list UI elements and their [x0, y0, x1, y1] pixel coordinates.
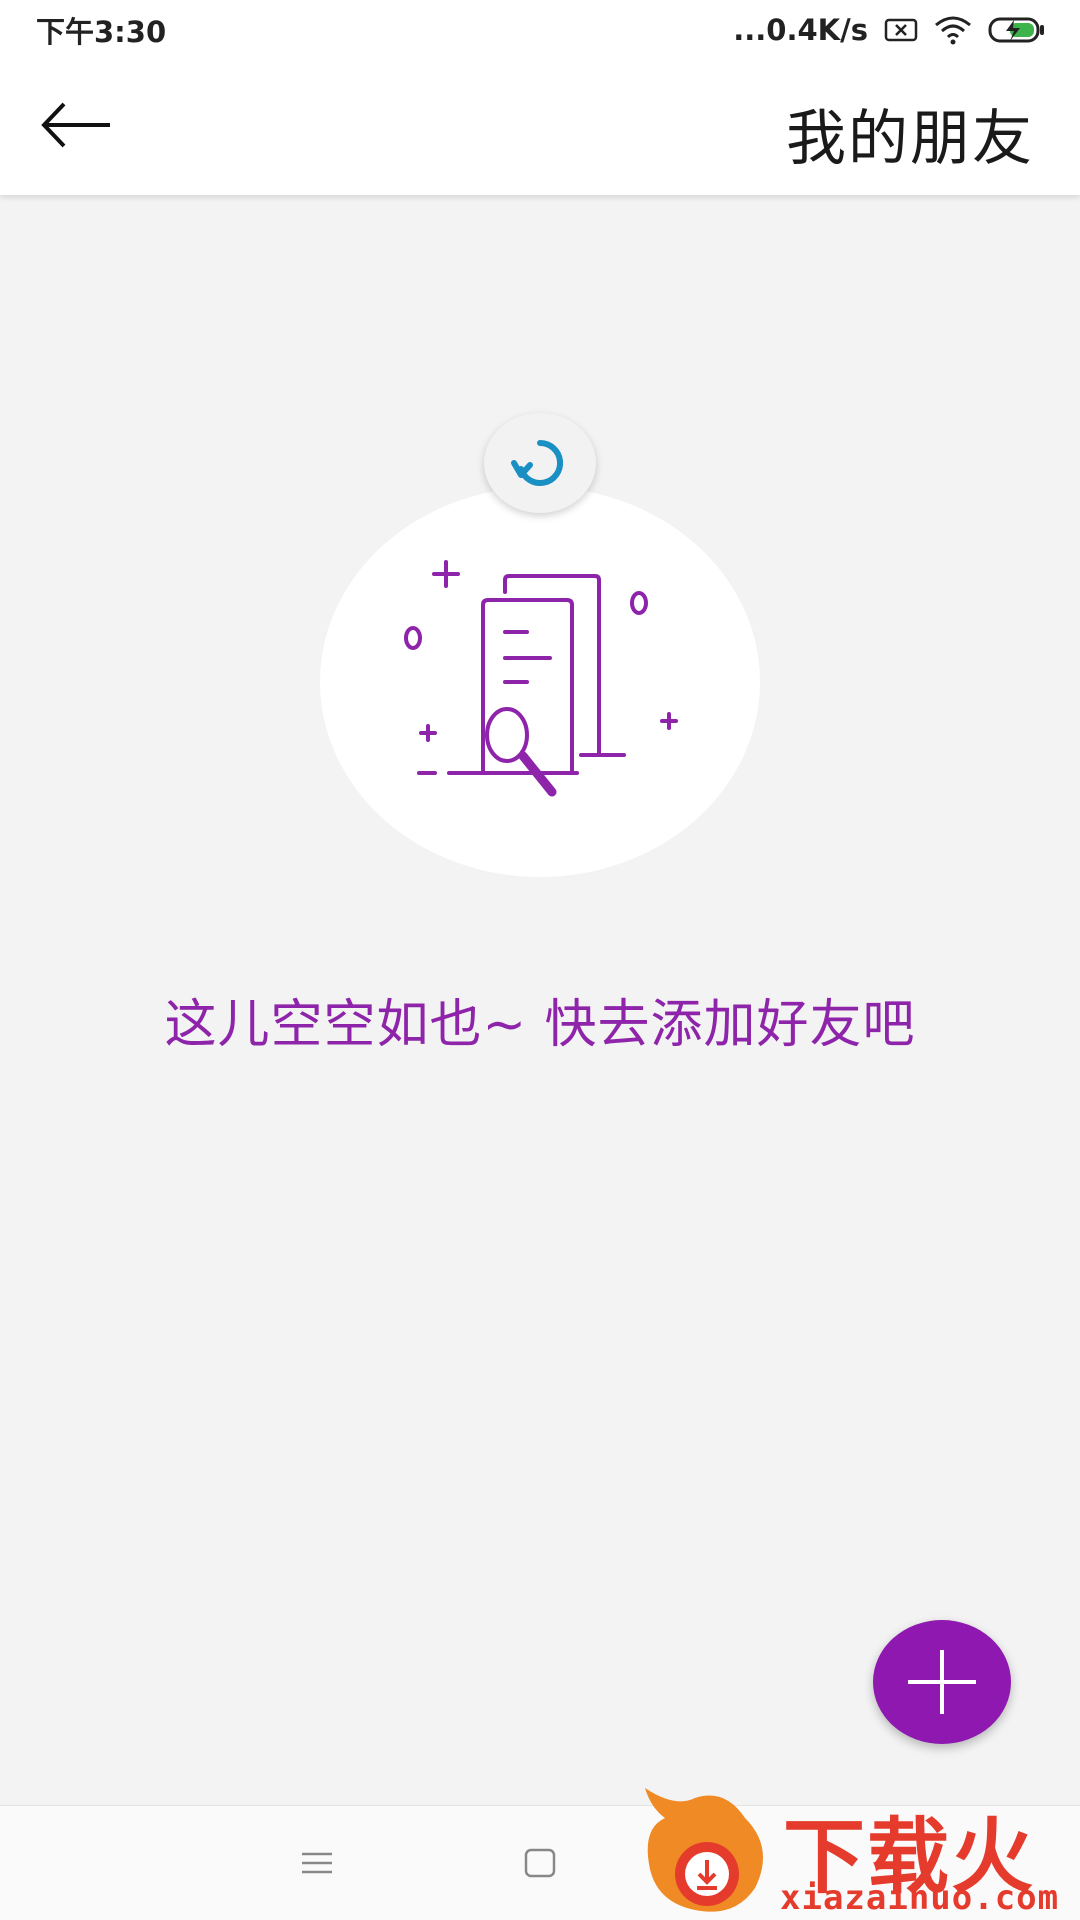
home-icon[interactable] — [523, 1846, 557, 1880]
add-friend-button[interactable] — [873, 1620, 1011, 1744]
app-bar: 我的朋友 — [0, 60, 1080, 195]
page-title: 我的朋友 — [786, 104, 1034, 174]
sim-x-icon — [884, 18, 918, 42]
main-content: 这儿空空如也~ 快去添加好友吧 — [0, 195, 1080, 1805]
status-bar: 下午3:30 ...0.4K/s — [0, 0, 1080, 60]
watermark-site: xiazaihuo.com — [780, 1878, 1060, 1918]
status-icons: ...0.4K/s — [733, 13, 1046, 47]
refresh-icon — [511, 439, 564, 486]
watermark: 下载火 xiazaihuo.com — [635, 1778, 1080, 1920]
battery-charging-icon — [988, 17, 1044, 43]
wifi-icon — [935, 16, 971, 45]
status-time: 下午3:30 — [36, 15, 167, 49]
refresh-button[interactable] — [484, 413, 596, 513]
document-search-illustration — [404, 560, 678, 797]
arrow-left-icon — [41, 102, 110, 148]
network-speed: ...0.4K/s — [733, 13, 868, 47]
plus-icon — [908, 1650, 976, 1714]
back-button[interactable] — [40, 100, 116, 150]
menu-icon[interactable] — [300, 1848, 334, 1878]
empty-state-message: 这儿空空如也~ 快去添加好友吧 — [164, 995, 916, 1055]
flame-logo-icon — [645, 1788, 763, 1912]
